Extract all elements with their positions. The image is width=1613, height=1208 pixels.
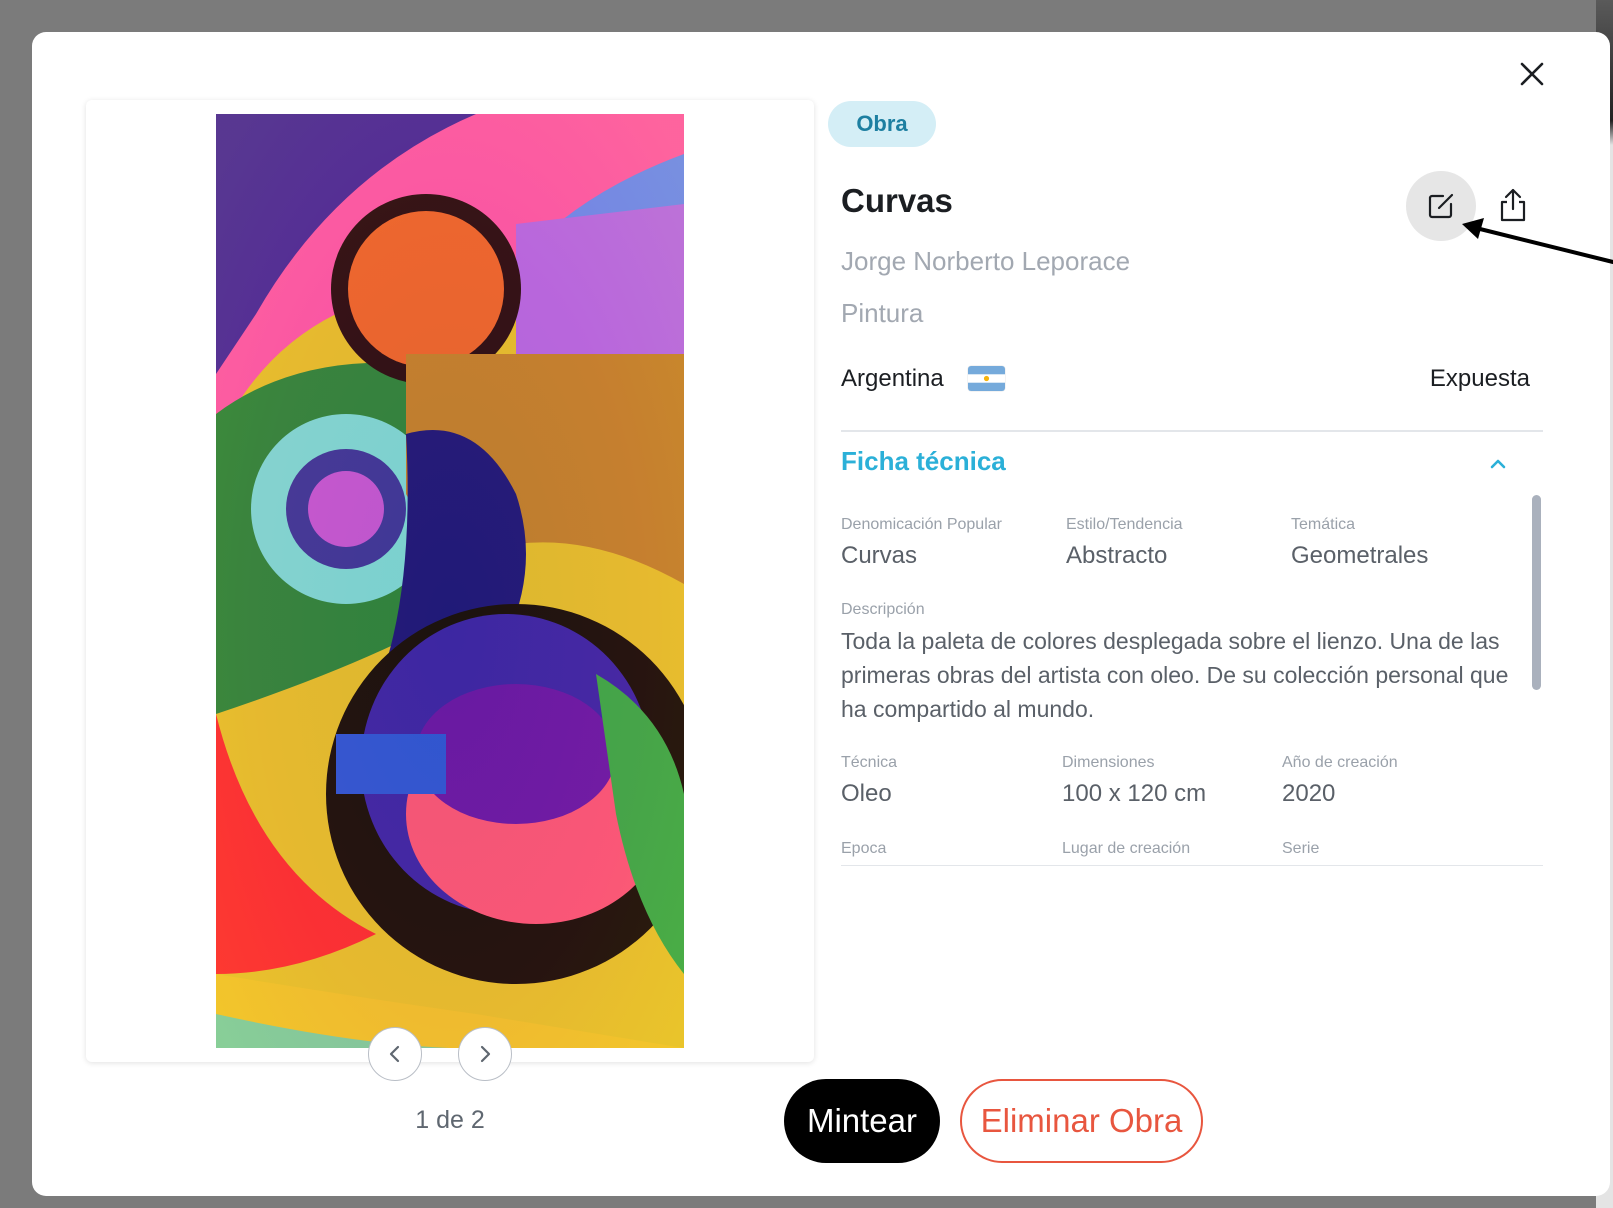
mint-button[interactable]: Mintear bbox=[784, 1079, 940, 1163]
field-value-tematica: Geometrales bbox=[1291, 542, 1429, 569]
artwork-image bbox=[216, 114, 684, 1048]
country-label: Argentina bbox=[841, 365, 944, 392]
field-label-estilo: Estilo/Tendencia bbox=[1066, 516, 1183, 533]
collapse-button[interactable] bbox=[1486, 452, 1510, 476]
divider bbox=[841, 865, 1543, 866]
field-value-denominacion: Curvas bbox=[841, 542, 918, 569]
field-label-tematica: Temática bbox=[1291, 516, 1356, 533]
field-label-anio: Año de creación bbox=[1282, 754, 1398, 771]
artist-name[interactable]: Jorge Norberto Leporace bbox=[841, 246, 1130, 277]
field-label-lugar: Lugar de creación bbox=[1062, 840, 1191, 857]
field-label-denominacion: Denomicación Popular bbox=[841, 516, 1002, 533]
close-icon bbox=[1520, 62, 1544, 86]
prev-image-button[interactable] bbox=[368, 1027, 422, 1081]
field-label-descripcion: Descripción bbox=[841, 601, 925, 618]
argentina-flag-icon bbox=[968, 366, 1005, 391]
field-value-dimensiones: 100 x 120 cm bbox=[1062, 780, 1207, 807]
field-label-epoca: Epoca bbox=[841, 840, 887, 857]
chevron-right-icon bbox=[480, 1045, 491, 1063]
image-counter: 1 de 2 bbox=[415, 1106, 485, 1134]
field-value-descripcion: Toda la paleta de colores desplegada sob… bbox=[841, 628, 1509, 722]
field-label-serie: Serie bbox=[1282, 840, 1320, 857]
ficha-tecnica-toggle[interactable]: Ficha técnica bbox=[841, 446, 1006, 477]
field-value-tecnica: Oleo bbox=[841, 780, 892, 807]
artwork-category: Pintura bbox=[841, 298, 924, 328]
edit-icon bbox=[1428, 193, 1454, 219]
field-value-estilo: Abstracto bbox=[1066, 542, 1168, 569]
type-badge: Obra bbox=[828, 101, 936, 147]
status-label: Expuesta bbox=[1429, 365, 1530, 392]
field-value-anio: 2020 bbox=[1282, 780, 1336, 807]
next-image-button[interactable] bbox=[458, 1027, 512, 1081]
chevron-up-icon bbox=[1490, 459, 1506, 469]
field-label-tecnica: Técnica bbox=[841, 754, 898, 771]
ficha-scrollbar[interactable] bbox=[1532, 495, 1541, 690]
chevron-left-icon bbox=[389, 1045, 400, 1063]
close-button[interactable] bbox=[1512, 54, 1552, 94]
divider bbox=[841, 430, 1543, 432]
artwork-detail-modal: 1 de 2 Obra Curvas Jorge Norberto Lepora… bbox=[32, 32, 1610, 1196]
field-label-dimensiones: Dimensiones bbox=[1062, 754, 1155, 771]
artwork-title: Curvas bbox=[841, 182, 953, 219]
annotation-arrow-icon bbox=[1462, 218, 1613, 264]
delete-artwork-button[interactable]: Eliminar Obra bbox=[960, 1079, 1203, 1163]
